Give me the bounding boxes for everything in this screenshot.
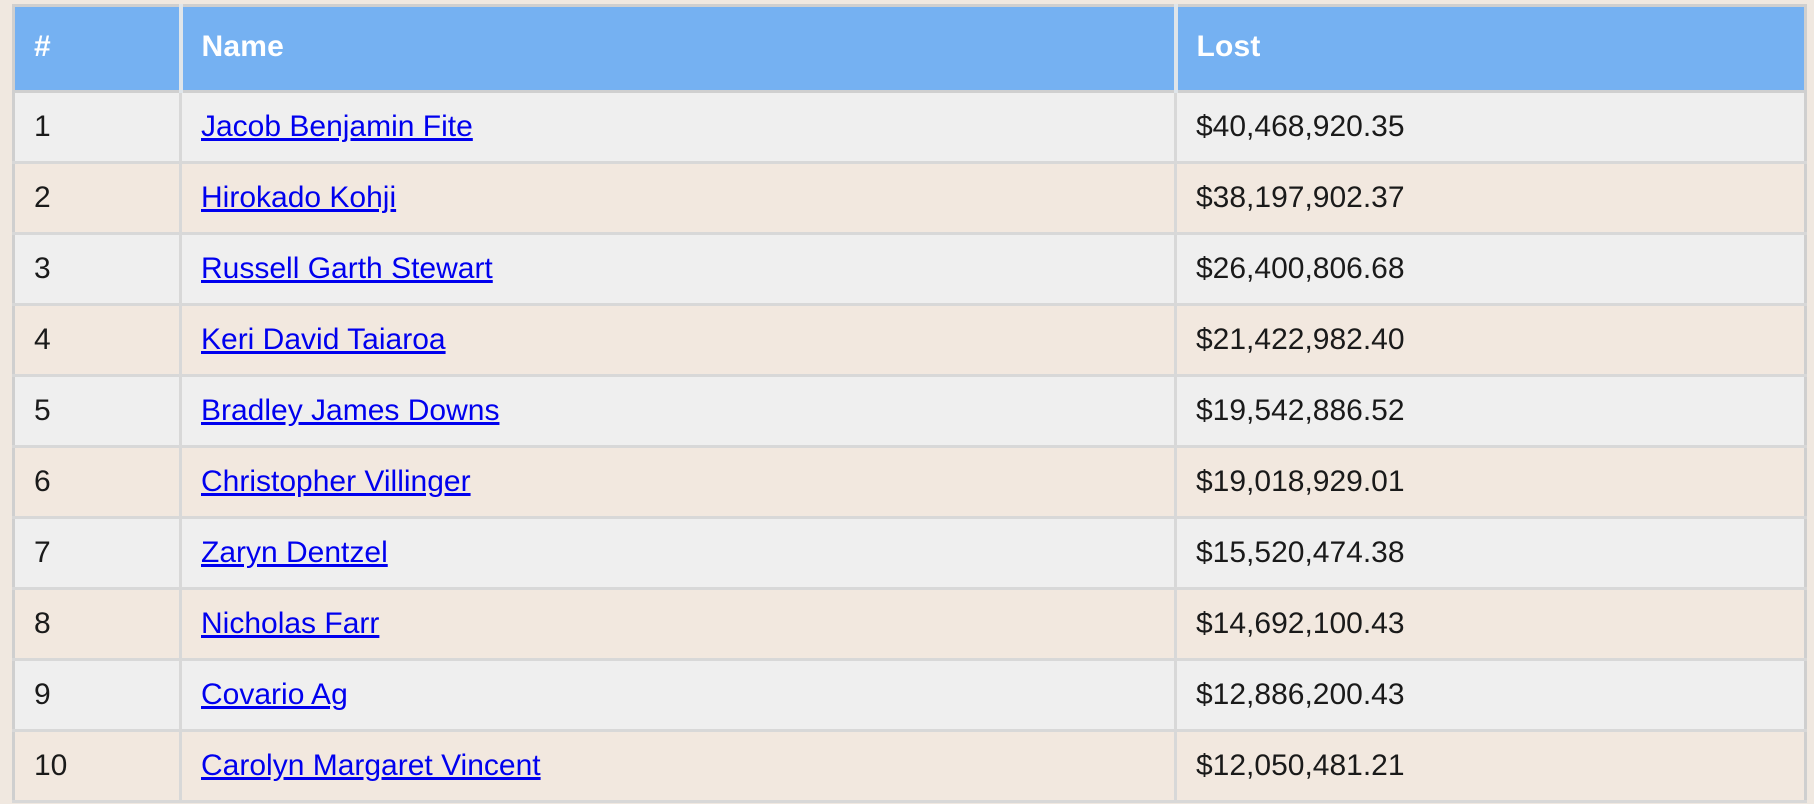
cell-rank: 1 [13, 91, 182, 164]
cell-rank: 3 [13, 233, 182, 306]
person-link[interactable]: Hirokado Kohji [201, 181, 396, 214]
cell-rank: 7 [13, 517, 182, 590]
table-row: 6 Christopher Villinger $19,018,929.01 [13, 446, 1806, 519]
cell-name: Christopher Villinger [180, 446, 1177, 519]
person-link[interactable]: Covario Ag [201, 678, 348, 711]
cell-lost: $38,197,902.37 [1175, 162, 1806, 235]
cell-lost: $19,542,886.52 [1175, 375, 1806, 448]
cell-lost: $21,422,982.40 [1175, 304, 1806, 377]
cell-name: Keri David Taiaroa [180, 304, 1177, 377]
page-root: # Name Lost 1 Jacob Benjamin Fite $40,468,… [0, 0, 1814, 804]
cell-lost: $15,520,474.38 [1175, 517, 1806, 590]
person-link[interactable]: Nicholas Farr [201, 607, 379, 640]
cell-name: Zaryn Dentzel [180, 517, 1177, 590]
person-link[interactable]: Keri David Taiaroa [201, 323, 446, 356]
column-header-rank[interactable]: # [13, 5, 183, 93]
cell-lost: $26,400,806.68 [1175, 233, 1806, 306]
cell-lost: $12,886,200.43 [1175, 659, 1806, 732]
cell-name: Carolyn Margaret Vincent [180, 730, 1177, 803]
table-row: 10 Carolyn Margaret Vincent $12,050,481.21 [13, 730, 1806, 803]
cell-lost: $12,050,481.21 [1175, 730, 1806, 803]
table-header: # Name Lost [13, 5, 1806, 93]
cell-name: Russell Garth Stewart [180, 233, 1177, 306]
cell-rank: 8 [13, 588, 182, 661]
table-row: 7 Zaryn Dentzel $15,520,474.38 [13, 517, 1806, 590]
cell-name: Nicholas Farr [180, 588, 1177, 661]
person-link[interactable]: Russell Garth Stewart [201, 252, 493, 285]
cell-rank: 6 [13, 446, 182, 519]
table-row: 3 Russell Garth Stewart $26,400,806.68 [13, 233, 1806, 306]
header-row: # Name Lost [13, 5, 1806, 93]
person-link[interactable]: Bradley James Downs [201, 394, 499, 427]
person-link[interactable]: Carolyn Margaret Vincent [201, 749, 541, 782]
cell-lost: $40,468,920.35 [1175, 91, 1806, 164]
cell-rank: 9 [13, 659, 182, 732]
table-row: 1 Jacob Benjamin Fite $40,468,920.35 [13, 91, 1806, 164]
cell-name: Bradley James Downs [180, 375, 1177, 448]
table-row: 5 Bradley James Downs $19,542,886.52 [13, 375, 1806, 448]
cell-name: Hirokado Kohji [180, 162, 1177, 235]
cell-lost: $19,018,929.01 [1175, 446, 1806, 519]
table-row: 4 Keri David Taiaroa $21,422,982.40 [13, 304, 1806, 377]
cell-name: Covario Ag [180, 659, 1177, 732]
leaderboard-table: # Name Lost 1 Jacob Benjamin Fite $40,468,… [12, 4, 1807, 803]
person-link[interactable]: Zaryn Dentzel [201, 536, 388, 569]
cell-lost: $14,692,100.43 [1175, 588, 1806, 661]
person-link[interactable]: Jacob Benjamin Fite [201, 110, 473, 143]
column-header-lost[interactable]: Lost [1175, 5, 1806, 93]
table-row: 9 Covario Ag $12,886,200.43 [13, 659, 1806, 732]
cell-rank: 4 [13, 304, 182, 377]
table-row: 8 Nicholas Farr $14,692,100.43 [13, 588, 1806, 661]
cell-rank: 10 [13, 730, 182, 803]
person-link[interactable]: Christopher Villinger [201, 465, 471, 498]
cell-rank: 2 [13, 162, 182, 235]
table-body: 1 Jacob Benjamin Fite $40,468,920.35 2 Hirok… [13, 91, 1806, 803]
column-header-name[interactable]: Name [180, 5, 1178, 93]
cell-name: Jacob Benjamin Fite [180, 91, 1177, 164]
cell-rank: 5 [13, 375, 182, 448]
table-row: 2 Hirokado Kohji $38,197,902.37 [13, 162, 1806, 235]
